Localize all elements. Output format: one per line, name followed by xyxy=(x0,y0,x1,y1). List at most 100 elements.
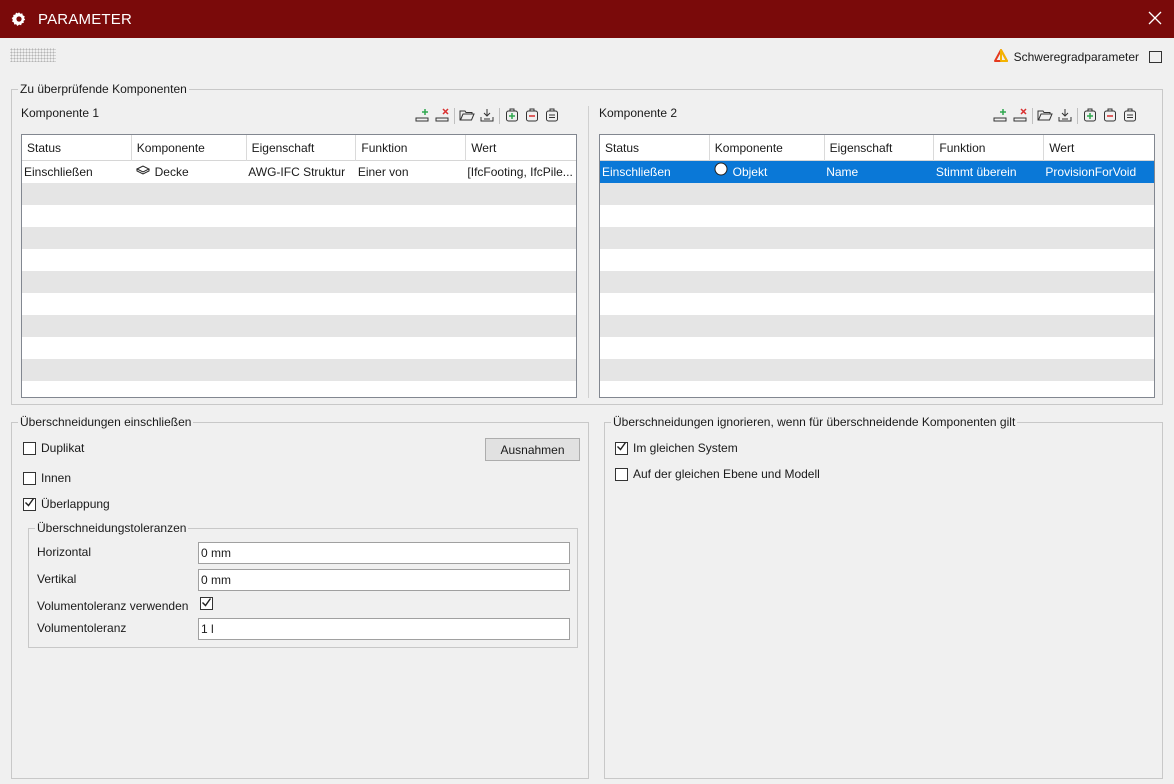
download-icon xyxy=(1057,107,1073,126)
remove-row-icon xyxy=(1012,107,1028,126)
remove-row-button[interactable] xyxy=(1010,106,1030,126)
open-button[interactable] xyxy=(457,106,477,126)
group-list-icon xyxy=(1122,107,1138,126)
same-level-checkbox[interactable]: Auf der gleichen Ebene und Modell xyxy=(615,467,820,481)
object-circle-icon xyxy=(714,161,728,183)
innen-checkbox[interactable]: Innen xyxy=(23,471,71,485)
empty-row xyxy=(600,293,1154,315)
severity-label: Schweregradparameter xyxy=(1013,50,1139,64)
column-header[interactable]: Eigenschaft xyxy=(825,135,935,161)
empty-row xyxy=(22,315,576,337)
checkbox-box xyxy=(615,441,628,455)
drag-grip[interactable] xyxy=(10,48,56,62)
cell-komponente-label: Decke xyxy=(154,165,189,179)
import-button[interactable] xyxy=(1055,106,1075,126)
column-header[interactable]: Wert xyxy=(1044,135,1154,161)
innen-label: Innen xyxy=(41,471,72,485)
window-restore-icon[interactable] xyxy=(1149,51,1162,63)
toolbar-separator xyxy=(454,108,455,124)
checkmark-icon xyxy=(201,597,212,611)
horizontal-input[interactable]: 0 mm xyxy=(198,542,570,564)
remove-group-icon xyxy=(524,107,540,126)
table-row[interactable]: Einschließen Decke AWG-IFC Struktur Eine… xyxy=(22,161,576,183)
volume-tolerance-input[interactable]: 1 l xyxy=(198,618,570,640)
ueberlappung-checkbox[interactable]: Überlappung xyxy=(23,497,110,511)
empty-row xyxy=(600,315,1154,337)
duplikat-checkbox[interactable]: Duplikat xyxy=(23,441,84,455)
use-volume-tolerance-checkbox[interactable] xyxy=(200,597,213,610)
checkmark-icon xyxy=(616,441,627,455)
add-group-button[interactable] xyxy=(502,106,522,126)
cell-status: Einschließen xyxy=(24,165,93,179)
slab-icon xyxy=(135,161,150,183)
vertikal-label: Vertikal xyxy=(37,572,77,586)
table-header: Status Komponente Eigenschaft Funktion W… xyxy=(600,135,1154,161)
column-header[interactable]: Wert xyxy=(466,135,576,161)
column-header[interactable]: Status xyxy=(600,135,710,161)
add-row-icon xyxy=(414,107,430,126)
empty-row xyxy=(22,249,576,271)
add-row-icon xyxy=(992,107,1008,126)
ueberlappung-label: Überlappung xyxy=(41,497,110,511)
remove-row-icon xyxy=(434,107,450,126)
empty-row xyxy=(22,337,576,359)
use-volume-tolerance-label: Volumentoleranz verwenden xyxy=(37,599,189,613)
column-header[interactable]: Komponente xyxy=(132,135,247,161)
component2-table[interactable]: Status Komponente Eigenschaft Funktion W… xyxy=(599,134,1155,398)
import-button[interactable] xyxy=(477,106,497,126)
components-group-legend: Zu überprüfende Komponenten xyxy=(18,82,189,96)
severity-parameter-link[interactable]: Schweregradparameter xyxy=(993,47,1162,67)
cell-wert: [IfcFooting, IfcPile... xyxy=(467,165,573,179)
remove-group-button[interactable] xyxy=(522,106,542,126)
add-group-icon xyxy=(504,107,520,126)
volume-tolerance-label: Volumentoleranz xyxy=(37,621,127,635)
column-header[interactable]: Funktion xyxy=(934,135,1045,161)
vertikal-input[interactable]: 0 mm xyxy=(198,569,570,591)
column-header[interactable]: Funktion xyxy=(356,135,467,161)
cell-komponente: Decke xyxy=(132,161,247,183)
empty-row xyxy=(22,183,576,205)
component1-table[interactable]: Status Komponente Eigenschaft Funktion W… xyxy=(21,134,577,398)
cell-funktion: Stimmt überein xyxy=(935,165,1017,179)
column-header[interactable]: Komponente xyxy=(710,135,825,161)
empty-row xyxy=(22,227,576,249)
group-options-button[interactable] xyxy=(1120,106,1140,126)
group-list-icon xyxy=(544,107,560,126)
column-header[interactable]: Eigenschaft xyxy=(247,135,357,161)
ignore-group-legend: Überschneidungen ignorieren, wenn für üb… xyxy=(611,415,1018,429)
add-group-button[interactable] xyxy=(1080,106,1100,126)
open-button[interactable] xyxy=(1035,106,1055,126)
same-system-label: Im gleichen System xyxy=(633,441,738,455)
horizontal-label: Horizontal xyxy=(37,545,92,559)
same-system-checkbox[interactable]: Im gleichen System xyxy=(615,441,738,455)
empty-row xyxy=(600,359,1154,381)
gear-icon xyxy=(0,0,38,38)
empty-row xyxy=(22,271,576,293)
same-level-label: Auf der gleichen Ebene und Modell xyxy=(633,467,820,481)
empty-row xyxy=(600,337,1154,359)
empty-row xyxy=(22,359,576,381)
empty-row xyxy=(600,205,1154,227)
checkbox-box xyxy=(23,441,36,455)
empty-row xyxy=(22,205,576,227)
table-row-selected[interactable]: Einschließen Objekt Name Stimmt überein … xyxy=(600,161,1154,183)
exceptions-button[interactable]: Ausnahmen xyxy=(485,438,580,461)
cell-komponente-label: Objekt xyxy=(732,165,768,179)
cell-eigenschaft: Name xyxy=(826,165,859,179)
download-icon xyxy=(479,107,495,126)
add-group-icon xyxy=(1082,107,1098,126)
add-row-button[interactable] xyxy=(412,106,432,126)
duplikat-label: Duplikat xyxy=(41,441,85,455)
remove-row-button[interactable] xyxy=(432,106,452,126)
remove-group-button[interactable] xyxy=(1100,106,1120,126)
group-options-button[interactable] xyxy=(542,106,562,126)
cell-funktion: Einer von xyxy=(357,165,409,179)
add-row-button[interactable] xyxy=(990,106,1010,126)
component1-title: Komponente 1 xyxy=(21,106,100,120)
column-header[interactable]: Status xyxy=(22,135,132,161)
cell-eigenschaft: AWG-IFC Struktur xyxy=(248,165,346,179)
close-button[interactable] xyxy=(1136,0,1174,38)
panel-divider xyxy=(588,106,589,398)
close-icon xyxy=(1148,11,1162,28)
folder-open-icon xyxy=(459,107,475,126)
